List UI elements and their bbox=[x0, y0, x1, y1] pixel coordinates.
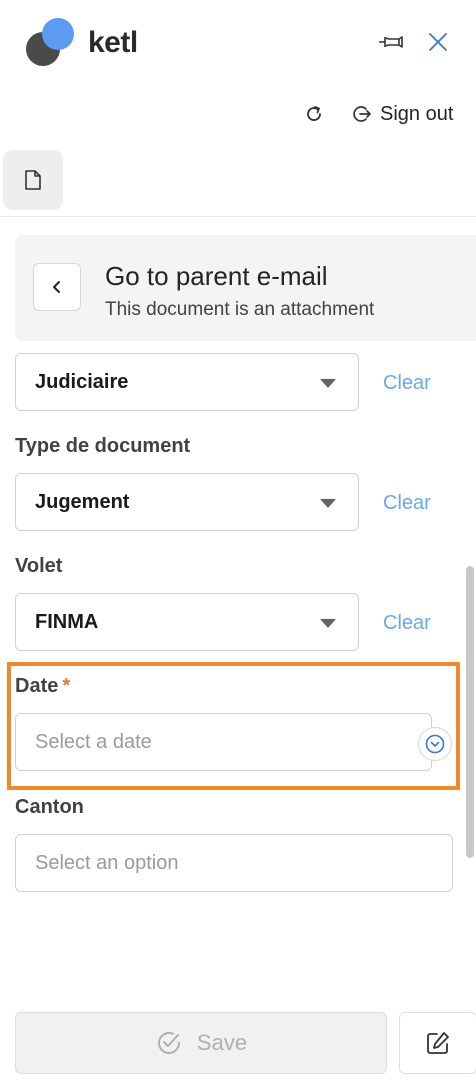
check-circle-icon bbox=[157, 1032, 180, 1054]
canton-label: Canton bbox=[15, 796, 84, 818]
document-type-label: Type de document bbox=[15, 435, 191, 457]
pin-button[interactable] bbox=[376, 30, 406, 54]
date-field-highlight bbox=[7, 662, 460, 790]
refresh-button[interactable] bbox=[300, 100, 328, 128]
brand-name: ketl bbox=[88, 26, 138, 59]
header: ketl bbox=[0, 0, 476, 90]
category-clear-link[interactable]: Clear bbox=[383, 372, 431, 395]
document-type-clear-link[interactable]: Clear bbox=[383, 492, 431, 515]
ketl-logo bbox=[26, 18, 76, 68]
volet-clear-link[interactable]: Clear bbox=[383, 612, 431, 635]
parent-email-card: Go to parent e-mail This document is an … bbox=[15, 235, 476, 341]
chevron-down-icon bbox=[320, 379, 336, 388]
category-select[interactable]: Judiciaire bbox=[15, 353, 359, 411]
pin-icon bbox=[379, 36, 403, 48]
toolbar: Sign out bbox=[0, 98, 476, 130]
document-type-select[interactable]: Jugement bbox=[15, 473, 359, 531]
save-button[interactable]: Save bbox=[15, 1012, 387, 1074]
document-type-value: Jugement bbox=[35, 491, 130, 513]
divider bbox=[0, 216, 476, 217]
chevron-down-icon bbox=[320, 619, 336, 628]
parent-email-subtitle: This document is an attachment bbox=[105, 299, 375, 320]
chevron-down-icon bbox=[320, 499, 336, 508]
close-button[interactable] bbox=[424, 28, 452, 56]
close-icon bbox=[429, 33, 447, 51]
go-to-parent-button[interactable] bbox=[33, 263, 81, 311]
sign-out-button[interactable]: Sign out bbox=[352, 100, 453, 128]
document-icon bbox=[25, 170, 41, 190]
volet-value: FINMA bbox=[35, 611, 99, 633]
sign-out-icon bbox=[353, 106, 371, 122]
save-label: Save bbox=[196, 1030, 248, 1055]
tab-document[interactable] bbox=[3, 150, 63, 210]
edit-icon bbox=[427, 1032, 449, 1054]
parent-email-title: Go to parent e-mail bbox=[105, 261, 328, 291]
chevron-left-icon bbox=[53, 281, 60, 293]
sign-out-label: Sign out bbox=[380, 102, 454, 125]
volet-label: Volet bbox=[15, 555, 63, 577]
canton-placeholder: Select an option bbox=[35, 852, 179, 874]
volet-select[interactable]: FINMA bbox=[15, 593, 359, 651]
category-value: Judiciaire bbox=[35, 371, 129, 393]
scrollbar[interactable] bbox=[466, 566, 474, 858]
canton-select[interactable]: Select an option bbox=[15, 834, 453, 892]
refresh-icon bbox=[307, 106, 321, 121]
edit-button[interactable] bbox=[399, 1012, 476, 1074]
